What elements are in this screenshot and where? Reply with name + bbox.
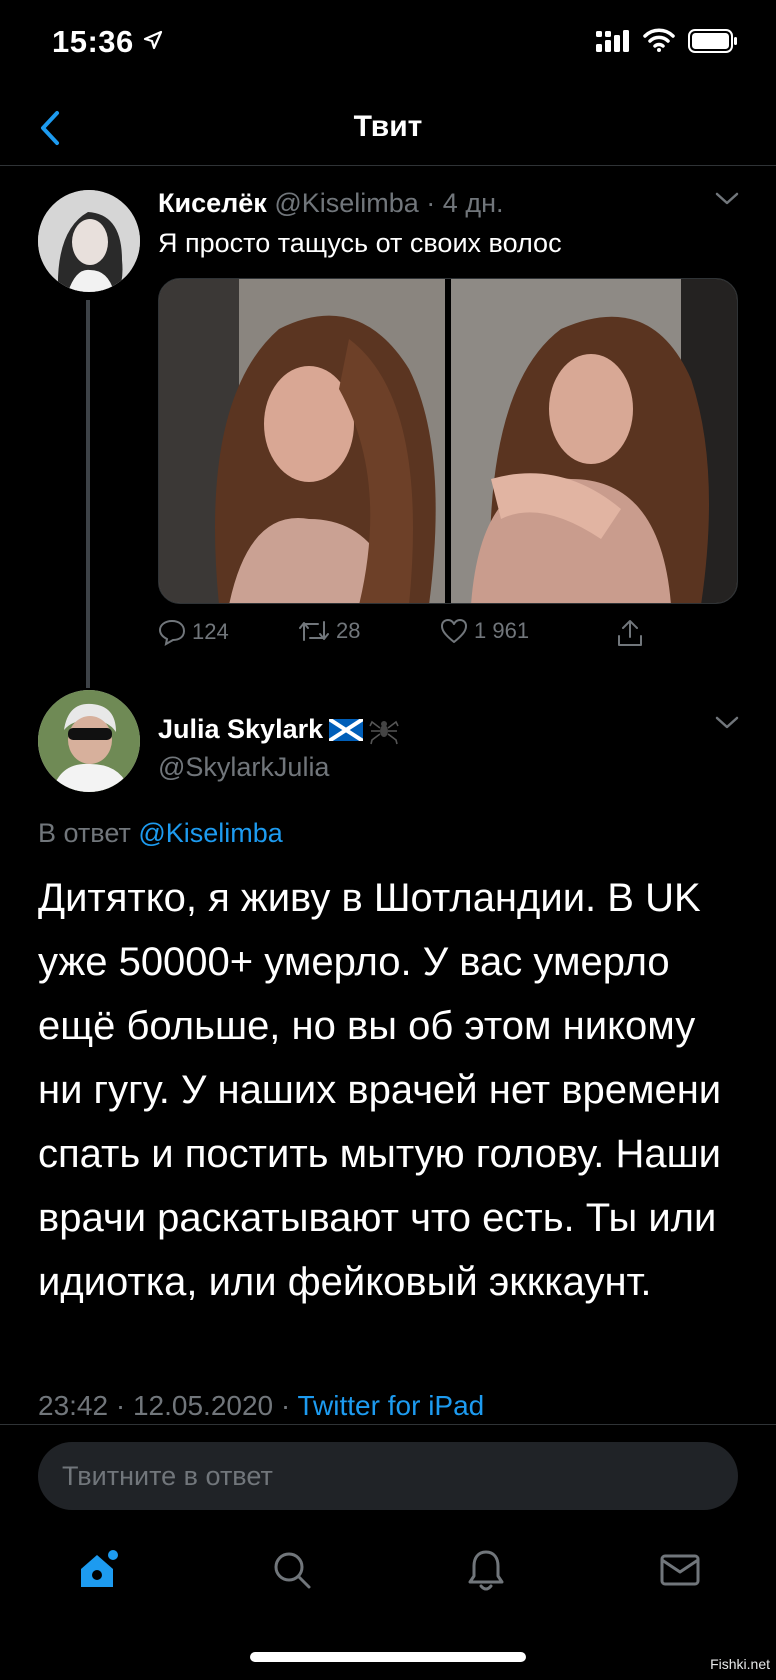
reply-placeholder: Твитните в ответ (62, 1460, 273, 1491)
search-icon (274, 1552, 311, 1589)
status-time: 15:36 (52, 24, 134, 59)
author-handle[interactable]: @SkylarkJulia (158, 752, 329, 783)
retweet-action[interactable]: 28 (298, 618, 360, 644)
meta-separator: · (280, 1390, 291, 1421)
reply-action[interactable]: 124 (158, 618, 229, 646)
wifi-icon (643, 28, 675, 52)
author-name-row: Julia Skylark (158, 714, 399, 745)
tweet-header: Киселёк @Kiselimba · 4 дн. (158, 188, 503, 219)
chevron-down-icon[interactable] (714, 714, 740, 732)
nav-bar: Твит (0, 90, 776, 166)
tweet-source-link[interactable]: Twitter for iPad (298, 1390, 485, 1421)
reply-to-link[interactable]: @Kiselimba (138, 818, 282, 848)
reply-prefix: В ответ (38, 818, 131, 848)
reply-icon (158, 619, 186, 646)
chevron-down-icon[interactable] (714, 190, 740, 208)
tweet-text: Я просто тащусь от своих волос (158, 228, 562, 258)
avatar-photo (38, 190, 140, 292)
author-name[interactable]: Julia Skylark (158, 714, 323, 745)
share-action[interactable] (616, 618, 644, 648)
media-grid (158, 278, 738, 604)
tweet-text: Дитятко, я живу в Шотландии. В UK уже 50… (38, 876, 722, 1304)
status-bar: 15:36 (0, 0, 776, 90)
avatar[interactable] (38, 690, 140, 792)
home-icon (81, 1550, 118, 1587)
reply-count: 124 (192, 619, 229, 644)
tweet-meta: 23:42 · 12.05.2020 · Twitter for iPad (38, 1390, 484, 1422)
battery-icon (688, 29, 737, 53)
author-handle[interactable]: @Kiselimba (274, 188, 418, 218)
mail-icon (660, 1554, 700, 1586)
meta-separator: · (426, 188, 436, 218)
like-count: 1 961 (474, 618, 530, 643)
reply-input[interactable]: Твитните в ответ (38, 1442, 738, 1510)
avatar-photo (38, 690, 140, 792)
tweet-time: 23:42 (38, 1390, 109, 1421)
media-photo[interactable] (159, 279, 445, 603)
page-title: Твит (353, 110, 423, 143)
thread-line (86, 300, 90, 688)
spider-icon (369, 720, 399, 744)
share-icon (618, 620, 642, 646)
tab-search[interactable] (262, 1540, 322, 1600)
tab-bar (0, 1540, 776, 1600)
reply-context: В ответ @Kiselimba (38, 818, 283, 849)
tweet-actions: 124 28 1 961 (158, 618, 678, 658)
tab-notifications[interactable] (456, 1540, 516, 1600)
tweet-date: 12.05.2020 (132, 1390, 274, 1421)
location-arrow-icon (143, 30, 163, 50)
avatar[interactable] (38, 190, 140, 292)
watermark: Fishki.net (710, 1656, 770, 1672)
bell-icon (468, 1550, 504, 1591)
signal-icon (596, 30, 629, 52)
author-name[interactable]: Киселёк (158, 188, 267, 218)
divider (0, 1424, 776, 1425)
retweet-icon (299, 621, 329, 641)
tab-home[interactable] (68, 1540, 128, 1600)
retweet-count: 28 (336, 618, 361, 643)
scotland-flag-icon (329, 718, 364, 741)
tab-messages[interactable] (650, 1540, 710, 1600)
media-photo[interactable] (451, 279, 737, 603)
like-action[interactable]: 1 961 (440, 618, 529, 644)
heart-icon (441, 619, 467, 643)
tweet-age: 4 дн. (442, 188, 504, 218)
meta-separator: · (115, 1390, 126, 1421)
home-indicator[interactable] (250, 1652, 526, 1662)
